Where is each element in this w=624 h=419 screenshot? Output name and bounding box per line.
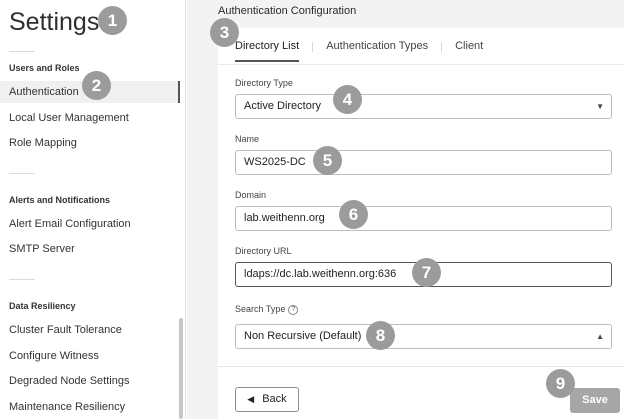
tab-divider (312, 42, 314, 52)
tab-divider (441, 42, 443, 52)
save-button[interactable]: Save (570, 388, 620, 413)
directory-type-value: Active Directory (244, 100, 322, 112)
tab-client[interactable]: Client (455, 40, 483, 62)
sidebar-section-alerts-and-notifications: Alerts and Notifications (9, 195, 111, 205)
callout-badge-8: 8 (366, 321, 395, 350)
config-panel: Directory List Authentication Types Clie… (218, 28, 624, 419)
name-label: Name (235, 134, 260, 144)
chevron-up-icon: ▲ (596, 332, 604, 341)
sidebar-item-local-user-management[interactable]: Local User Management (0, 107, 180, 129)
sidebar-item-alert-email-configuration[interactable]: Alert Email Configuration (0, 213, 180, 235)
tabs-underline (218, 64, 624, 65)
sidebar-item-configure-witness[interactable]: Configure Witness (0, 345, 180, 367)
domain-label: Domain (235, 190, 267, 200)
back-button-label: Back (262, 393, 287, 405)
name-value: WS2025-DC (244, 156, 306, 168)
callout-badge-5: 5 (313, 146, 342, 175)
callout-badge-2: 2 (82, 71, 111, 100)
sidebar-item-role-mapping[interactable]: Role Mapping (0, 132, 180, 154)
callout-badge-7: 7 (412, 258, 441, 287)
sidebar-divider (9, 279, 35, 280)
footer-divider (218, 366, 624, 367)
domain-value: lab.weithenn.org (244, 212, 325, 224)
sidebar-section-data-resiliency: Data Resiliency (9, 301, 76, 311)
callout-badge-1: 1 (98, 6, 127, 35)
sidebar-divider (9, 173, 35, 174)
directory-url-label: Directory URL (235, 246, 292, 256)
directory-type-select[interactable]: Active Directory ▼ (235, 94, 612, 119)
tab-bar: Directory List Authentication Types Clie… (235, 40, 496, 62)
callout-badge-6: 6 (339, 200, 368, 229)
sidebar-item-maintenance-resiliency[interactable]: Maintenance Resiliency (0, 396, 180, 418)
help-icon[interactable]: ? (288, 304, 299, 315)
settings-sidebar: Settings Users and Roles Authentication … (0, 0, 186, 419)
back-button[interactable]: ◀ Back (235, 387, 299, 412)
page-title: Settings (9, 8, 100, 36)
tab-directory-list[interactable]: Directory List (235, 40, 300, 62)
search-type-value: Non Recursive (Default) (244, 330, 362, 342)
sidebar-item-cluster-fault-tolerance[interactable]: Cluster Fault Tolerance (0, 319, 180, 341)
tab-authentication-types[interactable]: Authentication Types (326, 40, 428, 62)
search-type-select[interactable]: Non Recursive (Default) ▲ (235, 324, 612, 349)
sidebar-section-users-and-roles: Users and Roles (9, 63, 80, 73)
search-type-label-text: Search Type (235, 304, 286, 314)
name-input[interactable]: WS2025-DC (235, 150, 612, 175)
section-title: Authentication Configuration (218, 5, 357, 17)
sidebar-item-degraded-node-settings[interactable]: Degraded Node Settings (0, 370, 180, 392)
domain-input[interactable]: lab.weithenn.org (235, 206, 612, 231)
callout-badge-9: 9 (546, 369, 575, 398)
search-type-label: Search Type? (235, 304, 299, 315)
directory-url-value: ldaps://dc.lab.weithenn.org:636 (244, 268, 397, 280)
callout-badge-4: 4 (333, 85, 362, 114)
main-content: Authentication Configuration Directory L… (187, 0, 624, 419)
callout-badge-3: 3 (210, 18, 239, 47)
sidebar-divider (9, 51, 35, 52)
directory-type-label: Directory Type (235, 78, 293, 88)
sidebar-item-smtp-server[interactable]: SMTP Server (0, 238, 180, 260)
chevron-down-icon: ▼ (596, 102, 604, 111)
chevron-left-icon: ◀ (247, 394, 255, 404)
sidebar-scrollbar[interactable] (179, 318, 183, 419)
